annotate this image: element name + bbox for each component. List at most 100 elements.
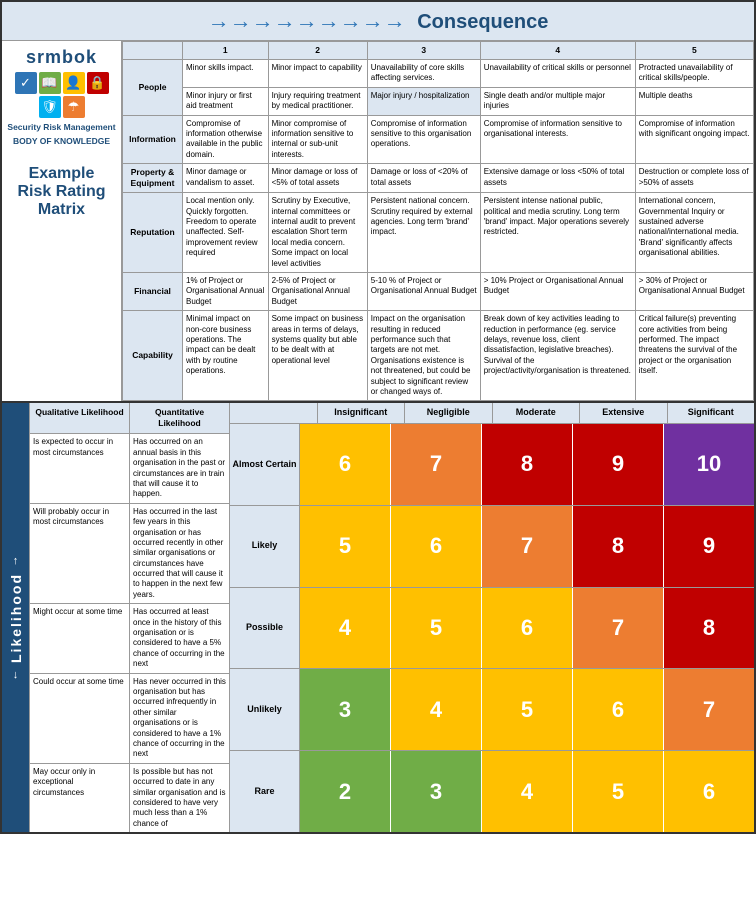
cell-people-1-5: Protracted unavailability of critical sk… bbox=[635, 60, 753, 88]
cell-prop-4: Extensive damage or loss <50% of total a… bbox=[480, 164, 635, 193]
cell-people-1-4: Unavailability of critical skills or per… bbox=[480, 60, 635, 88]
qual-header: Qualitative Likelihood bbox=[30, 403, 130, 433]
likelihood-label-possible: Possible bbox=[230, 588, 300, 669]
cell-fin-2: 2-5% of Project or Organisational Annual… bbox=[268, 273, 367, 311]
main-container: →→→→→→→→→ Consequence srmbok ✓ 📖 👤 🔒 🛡 ☂… bbox=[0, 0, 756, 834]
cell-rep-3: Persistent national concern. Scrutiny re… bbox=[367, 193, 480, 273]
top-section: srmbok ✓ 📖 👤 🔒 🛡 ☂ Security Risk Managem… bbox=[2, 41, 754, 403]
likelihood-label: Likelihood bbox=[8, 573, 24, 663]
cell-prop-2: Minor damage or loss of <5% of total ass… bbox=[268, 164, 367, 193]
cell-people-1-3: Unavailability of core skills affecting … bbox=[367, 60, 480, 88]
quant-unlikely: Has never occurred in this organisation … bbox=[130, 674, 229, 763]
matrix-cell-u-3: 5 bbox=[482, 669, 573, 750]
row-header-capability: Capability bbox=[123, 311, 183, 401]
row-header-information: Information bbox=[123, 115, 183, 164]
matrix-cell-p-5: 8 bbox=[664, 588, 754, 669]
cell-people-2-2: Injury requiring treatment by medical pr… bbox=[268, 87, 367, 115]
matrix-cell-l-4: 8 bbox=[573, 506, 664, 587]
quant-header: Quantitative Likelihood bbox=[130, 403, 229, 433]
cell-info-3: Compromise of information sensitive to t… bbox=[367, 115, 480, 164]
matrix-cell-ac-4: 9 bbox=[573, 424, 664, 505]
table-row-property: Property & Equipment Minor damage or van… bbox=[123, 164, 754, 193]
matrix-cell-u-5: 7 bbox=[664, 669, 754, 750]
matrix-row-possible: Possible 4 5 6 7 8 bbox=[230, 588, 754, 670]
cell-rep-5: International concern, Governmental Inqu… bbox=[635, 193, 753, 273]
cell-people-2-3: Major injury / hospitalization bbox=[367, 87, 480, 115]
col-header-3: 3 bbox=[367, 42, 480, 60]
cell-info-4: Compromise of information sensitive to o… bbox=[480, 115, 635, 164]
matrix-cell-ac-3: 8 bbox=[482, 424, 573, 505]
col-header-1: 1 bbox=[183, 42, 269, 60]
matrix-col-header-blank bbox=[230, 403, 318, 423]
qq-row-unlikely: Could occur at some time Has never occur… bbox=[30, 674, 229, 764]
matrix-row-rare: Rare 2 3 4 5 6 bbox=[230, 751, 754, 832]
qq-row-almost-certain: Is expected to occur in most circumstanc… bbox=[30, 434, 229, 503]
matrix-cell-p-4: 7 bbox=[573, 588, 664, 669]
matrix-col-header-extensive: Extensive bbox=[580, 403, 668, 423]
col-header-category bbox=[123, 42, 183, 60]
logo-icon-checkmark: ✓ bbox=[15, 72, 37, 94]
consequence-table: 1 2 3 4 5 People Minor skills impact. Mi… bbox=[122, 41, 754, 401]
cell-people-1-1: Minor skills impact. bbox=[183, 60, 269, 88]
table-row-reputation: Reputation Local mention only. Quickly f… bbox=[123, 193, 754, 273]
col-header-2: 2 bbox=[268, 42, 367, 60]
matrix-cell-r-4: 5 bbox=[573, 751, 664, 832]
bottom-section: ↑ Likelihood ↓ Qualitative Likelihood Qu… bbox=[2, 403, 754, 832]
cell-people-2-5: Multiple deaths bbox=[635, 87, 753, 115]
matrix-cell-r-1: 2 bbox=[300, 751, 391, 832]
matrix-cell-p-1: 4 bbox=[300, 588, 391, 669]
table-row-financial: Financial 1% of Project or Organisationa… bbox=[123, 273, 754, 311]
cell-info-2: Minor compromise of information sensitiv… bbox=[268, 115, 367, 164]
matrix-cell-u-1: 3 bbox=[300, 669, 391, 750]
cell-rep-2: Scrutiny by Executive, internal committe… bbox=[268, 193, 367, 273]
likelihood-label-almost-certain: Almost Certain bbox=[230, 424, 300, 505]
title-example: Example bbox=[17, 165, 105, 183]
consequence-title: Consequence bbox=[417, 11, 548, 33]
table-row-capability: Capability Minimal impact on non-core bu… bbox=[123, 311, 754, 401]
matrix-cell-ac-2: 7 bbox=[391, 424, 482, 505]
cell-info-5: Compromise of information with significa… bbox=[635, 115, 753, 164]
qq-header-row: Qualitative Likelihood Quantitative Like… bbox=[30, 403, 229, 434]
matrix-row-unlikely: Unlikely 3 4 5 6 7 bbox=[230, 669, 754, 751]
matrix-cell-l-3: 7 bbox=[482, 506, 573, 587]
matrix-cell-u-4: 6 bbox=[573, 669, 664, 750]
table-row-people-injury: Minor injury or first aid treatment Inju… bbox=[123, 87, 754, 115]
matrix-cell-l-5: 9 bbox=[664, 506, 754, 587]
title-rating: Matrix bbox=[17, 201, 105, 219]
logo-icon-ladder: 🔒 bbox=[87, 72, 109, 94]
col-header-5: 5 bbox=[635, 42, 753, 60]
logo-icon-shield: 🛡 bbox=[39, 96, 61, 118]
cell-info-1: Compromise of information otherwise avai… bbox=[183, 115, 269, 164]
qq-rows: Is expected to occur in most circumstanc… bbox=[30, 434, 229, 832]
quant-rare: Is possible but has not occurred to date… bbox=[130, 764, 229, 832]
matrix-cell-l-1: 5 bbox=[300, 506, 391, 587]
title-box: Example Risk Rating Matrix bbox=[17, 165, 105, 219]
quant-possible: Has occurred at least once in the histor… bbox=[130, 604, 229, 672]
matrix-rows: Almost Certain 6 7 8 9 10 Likely 5 6 7 8… bbox=[230, 424, 754, 832]
cell-prop-5: Destruction or complete loss of >50% of … bbox=[635, 164, 753, 193]
likelihood-sidebar: ↑ Likelihood ↓ bbox=[2, 403, 30, 832]
cell-prop-3: Damage or loss of <20% of total assets bbox=[367, 164, 480, 193]
table-row-people-skills: People Minor skills impact. Minor impact… bbox=[123, 60, 754, 88]
logo-icons: ✓ 📖 👤 🔒 🛡 ☂ bbox=[6, 72, 117, 118]
logo-icon-person: 👤 bbox=[63, 72, 85, 94]
row-header-property: Property & Equipment bbox=[123, 164, 183, 193]
cell-fin-4: > 10% Project or Organisational Annual B… bbox=[480, 273, 635, 311]
matrix-row-likely: Likely 5 6 7 8 9 bbox=[230, 506, 754, 588]
cell-fin-1: 1% of Project or Organisational Annual B… bbox=[183, 273, 269, 311]
logo-area: srmbok ✓ 📖 👤 🔒 🛡 ☂ Security Risk Managem… bbox=[6, 47, 117, 147]
cell-people-2-1: Minor injury or first aid treatment bbox=[183, 87, 269, 115]
srm-subtitle-2: BODY OF KNOWLEDGE bbox=[6, 136, 117, 147]
matrix-col-header-insignificant: Insignificant bbox=[318, 403, 406, 423]
qual-quant-section: Qualitative Likelihood Quantitative Like… bbox=[30, 403, 230, 832]
matrix-section: Insignificant Negligible Moderate Extens… bbox=[230, 403, 754, 832]
likelihood-label-likely: Likely bbox=[230, 506, 300, 587]
cell-cap-1: Minimal impact on non-core business oper… bbox=[183, 311, 269, 401]
cell-cap-4: Break down of key activities leading to … bbox=[480, 311, 635, 401]
matrix-col-header-moderate: Moderate bbox=[493, 403, 581, 423]
qq-row-possible: Might occur at some time Has occurred at… bbox=[30, 604, 229, 673]
matrix-col-header-negligible: Negligible bbox=[405, 403, 493, 423]
srm-subtitle-1: Security Risk Management bbox=[6, 122, 117, 133]
matrix-cell-r-3: 4 bbox=[482, 751, 573, 832]
left-sidebar: srmbok ✓ 📖 👤 🔒 🛡 ☂ Security Risk Managem… bbox=[2, 41, 122, 401]
